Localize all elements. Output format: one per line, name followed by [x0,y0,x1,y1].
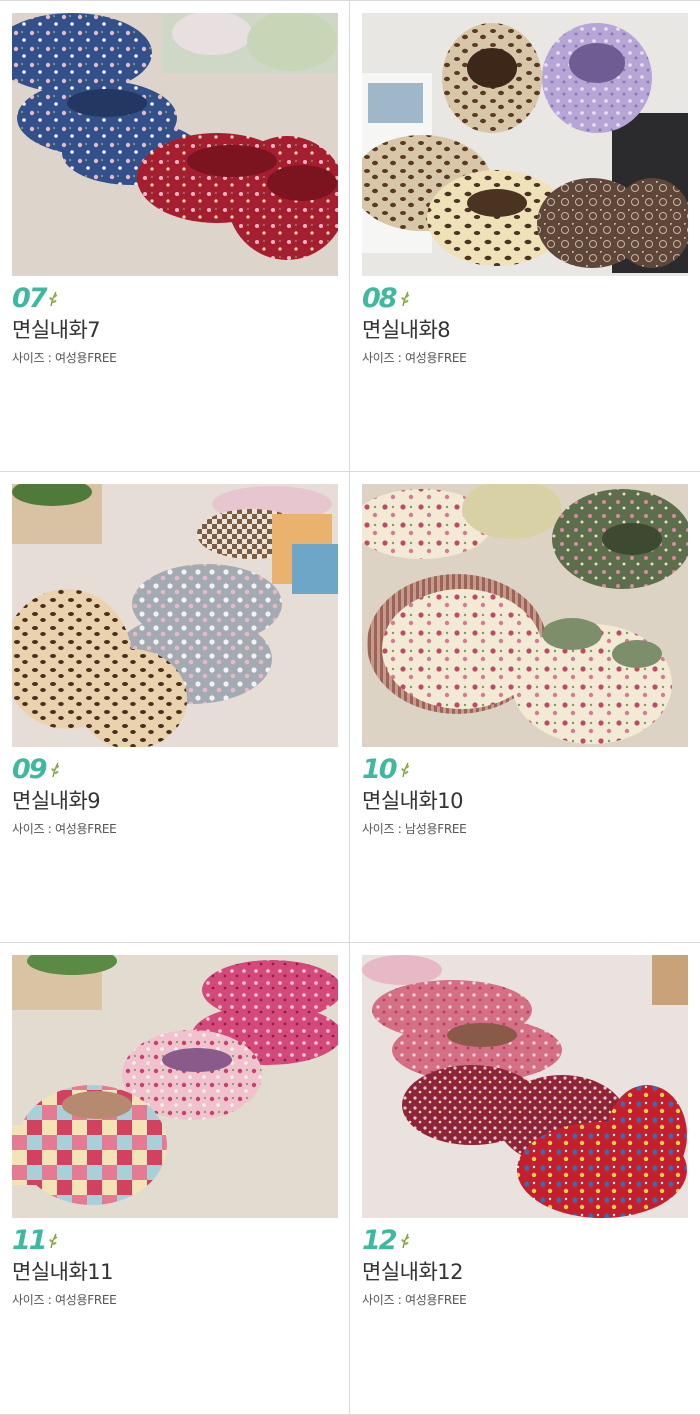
product-number: 12 [362,1225,398,1256]
leaf-sprig-icon [49,1233,58,1249]
product-photo[interactable] [12,484,338,747]
product-size: 사이즈 : 남성용FREE [362,822,467,836]
product-photo[interactable] [12,955,338,1218]
product-photo[interactable] [362,13,688,276]
product-name[interactable]: 면실내화11 [12,1258,114,1286]
leaf-sprig-icon [401,762,410,778]
product-size: 사이즈 : 여성용FREE [362,351,467,365]
product-card[interactable]: 08 면실내화8 사이즈 : 여성용FREE [350,0,700,471]
product-grid: 07 면실내화7 사이즈 : 여성용FREE 08 면실내화8 사이즈: 여성… [0,0,700,1415]
product-name[interactable]: 면실내화7 [12,316,101,344]
product-photo[interactable] [362,955,688,1218]
product-card[interactable]: 09 면실내화9 사이즈 : 여성용FREE [0,471,350,942]
product-name[interactable]: 면실내화12 [362,1258,464,1286]
product-number: 09 [12,754,48,785]
leaf-sprig-icon [401,1233,410,1249]
leaf-sprig-icon [51,762,60,778]
product-size: 사이즈 : 여성용FREE [12,351,117,365]
product-photo[interactable] [12,13,338,276]
product-number: 11 [12,1225,48,1256]
product-name[interactable]: 면실내화9 [12,787,101,815]
product-card[interactable]: 07 면실내화7 사이즈 : 여성용FREE [0,0,350,471]
product-number: 08 [362,283,398,314]
product-size: 사이즈 : 여성용FREE [12,1293,117,1307]
leaf-sprig-icon [401,291,410,307]
product-size: 사이즈 : 여성용FREE [12,822,117,836]
product-photo[interactable] [362,484,688,747]
product-name[interactable]: 면실내화10 [362,787,464,815]
product-size: 사이즈 : 여성용FREE [362,1293,467,1307]
product-number: 10 [362,754,398,785]
product-number: 07 [12,283,48,314]
product-name[interactable]: 면실내화8 [362,316,451,344]
product-card[interactable]: 11 면실내화11 사이즈 : 여성용FREE [0,942,350,1413]
leaf-sprig-icon [49,291,58,307]
product-card[interactable]: 12 면실내화12 사이즈 : 여성용FREE [350,942,700,1413]
product-card[interactable]: 10 면실내화10 사이즈 : 남성용FREE [350,471,700,942]
